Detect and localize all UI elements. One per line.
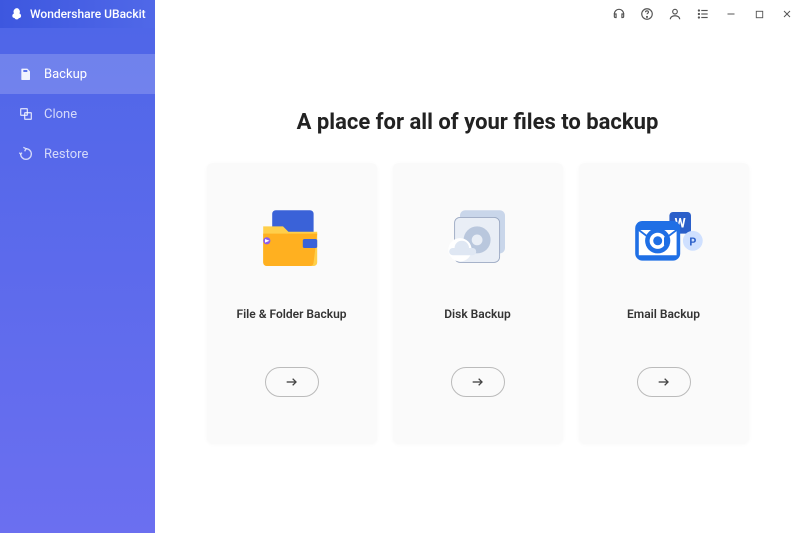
arrow-button[interactable]: [451, 367, 505, 397]
main-area: A place for all of your files to backup …: [155, 28, 800, 533]
sidebar-item-clone[interactable]: Clone: [0, 94, 155, 134]
sidebar: Backup Clone Restore: [0, 28, 155, 533]
card-label: Email Backup: [627, 307, 700, 321]
disk-illustration-icon: [428, 189, 528, 289]
card-label: File & Folder Backup: [236, 307, 346, 321]
support-icon[interactable]: [612, 7, 626, 21]
minimize-icon[interactable]: [724, 7, 738, 21]
arrow-button[interactable]: [637, 367, 691, 397]
card-label: Disk Backup: [444, 307, 511, 321]
app-body: Backup Clone Restore A place for all of …: [0, 28, 800, 533]
sidebar-item-label: Restore: [44, 147, 88, 162]
app-logo-icon: [10, 7, 24, 21]
restore-icon: [18, 146, 34, 162]
help-icon[interactable]: [640, 7, 654, 21]
sidebar-item-label: Backup: [44, 67, 87, 82]
svg-text:P: P: [689, 235, 696, 248]
sidebar-item-backup[interactable]: Backup: [0, 54, 155, 94]
email-illustration-icon: W P: [614, 189, 714, 289]
clone-icon: [18, 106, 34, 122]
sidebar-item-restore[interactable]: Restore: [0, 134, 155, 174]
app-brand: Wondershare UBackit: [0, 7, 146, 21]
app-title: Wondershare UBackit: [30, 7, 146, 21]
close-icon[interactable]: [780, 7, 794, 21]
titlebar-controls: [612, 0, 794, 28]
page-title: A place for all of your files to backup: [297, 110, 659, 135]
arrow-button[interactable]: [265, 367, 319, 397]
sidebar-item-label: Clone: [44, 107, 77, 122]
card-email-backup[interactable]: W P Email Backup: [579, 163, 749, 443]
titlebar: Wondershare UBackit: [0, 0, 800, 28]
card-disk-backup[interactable]: Disk Backup: [393, 163, 563, 443]
card-file-folder-backup[interactable]: File & Folder Backup: [207, 163, 377, 443]
maximize-icon[interactable]: [752, 7, 766, 21]
account-icon[interactable]: [668, 7, 682, 21]
folder-illustration-icon: [242, 189, 342, 289]
menu-list-icon[interactable]: [696, 7, 710, 21]
backup-icon: [18, 66, 34, 82]
cards-row: File & Folder Backup: [207, 163, 749, 443]
